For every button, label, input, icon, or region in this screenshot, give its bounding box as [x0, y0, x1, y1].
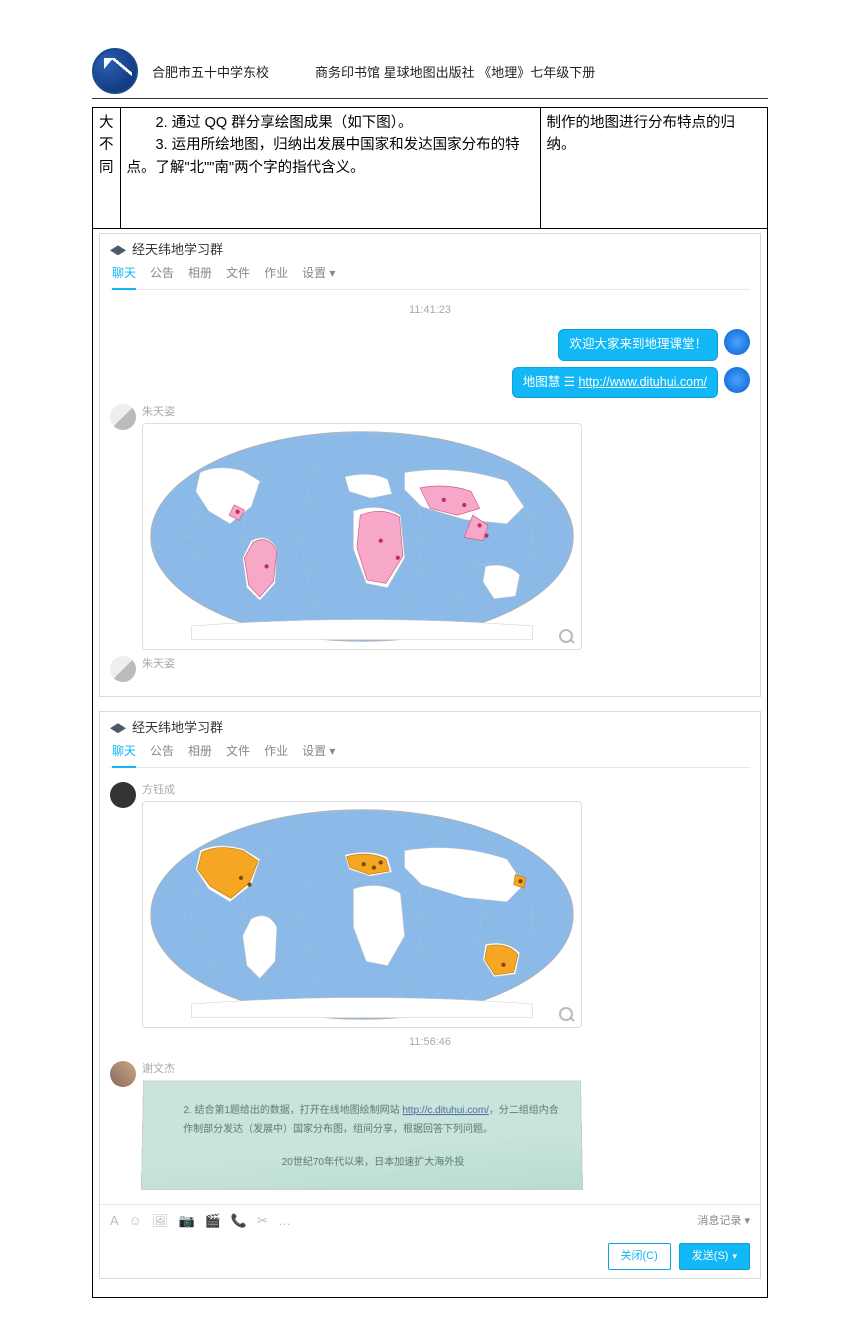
message-history[interactable]: 消息记录 ▾: [697, 1213, 750, 1230]
tab-chat[interactable]: 聊天: [112, 264, 136, 290]
screenshot-cell: 经天纬地学习群 聊天 公告 相册 文件 作业 设置 ▾ 11:41:23: [93, 229, 768, 1298]
message-link: 地图慧 ☰ http://www.dituhui.com/: [110, 367, 750, 399]
school-name: 合肥市五十中学东校: [152, 62, 269, 81]
main-content-cell: 2. 通过 QQ 群分享绘图成果（如下图）。 3. 运用所绘地图，归纳出发展中国…: [120, 108, 540, 229]
chat-tabs-2: 聊天 公告 相册 文件 作业 设置 ▾: [110, 742, 750, 768]
avatar-user1b[interactable]: [110, 656, 136, 682]
tab-notice[interactable]: 公告: [150, 742, 174, 761]
emoji-icon[interactable]: ☺: [129, 1211, 142, 1231]
message-welcome: 欢迎大家来到地理课堂！: [110, 329, 750, 361]
tab-settings[interactable]: 设置 ▾: [302, 742, 335, 761]
avatar-user3[interactable]: [110, 1061, 136, 1087]
group-title-1: 经天纬地学习群: [110, 240, 750, 260]
avatar-user2[interactable]: [110, 782, 136, 808]
school-logo: [92, 48, 138, 94]
photo-worksheet[interactable]: 2. 结合第1题给出的数据，打开在线地图绘制网站 http://c.dituhu…: [141, 1080, 583, 1190]
more-icon[interactable]: …: [278, 1211, 291, 1231]
row-label-cell: 大 不 同: [93, 108, 121, 229]
video-icon[interactable]: 🎬: [205, 1211, 221, 1231]
tab-chat[interactable]: 聊天: [112, 742, 136, 768]
magnify-icon[interactable]: [559, 629, 573, 643]
chat-tabs-1: 聊天 公告 相册 文件 作业 设置 ▾: [110, 264, 750, 290]
worksheet-link[interactable]: http://c.dituhui.com/: [402, 1105, 489, 1116]
tab-notice[interactable]: 公告: [150, 264, 174, 283]
avatar-self[interactable]: [724, 329, 750, 355]
map-image-developed[interactable]: [142, 801, 582, 1028]
group-title-2: 经天纬地学习群: [110, 718, 750, 738]
qq-chat-window-1: 经天纬地学习群 聊天 公告 相册 文件 作业 设置 ▾ 11:41:23: [99, 233, 761, 697]
tab-files[interactable]: 文件: [226, 264, 250, 283]
image-icon[interactable]: 🖼: [152, 1211, 169, 1231]
qq-chat-window-2: 经天纬地学习群 聊天 公告 相册 文件 作业 设置 ▾: [99, 711, 761, 1279]
dituhui-link[interactable]: http://www.dituhui.com/: [578, 375, 707, 389]
close-button[interactable]: 关闭(C): [608, 1243, 671, 1270]
tab-album[interactable]: 相册: [188, 742, 212, 761]
tab-settings[interactable]: 设置 ▾: [302, 264, 335, 283]
call-icon[interactable]: 📞: [231, 1211, 247, 1231]
timestamp-1: 11:41:23: [110, 302, 750, 319]
timestamp-2: 11:56:46: [110, 1034, 750, 1051]
avatar-user1[interactable]: [110, 404, 136, 430]
graduation-cap-icon: [110, 723, 126, 733]
tab-homework[interactable]: 作业: [264, 264, 288, 283]
font-icon[interactable]: A: [110, 1211, 119, 1231]
world-map-pink: [149, 430, 575, 643]
message-user1: 朱天姿: [110, 404, 750, 650]
magnify-icon[interactable]: [559, 1007, 573, 1021]
lesson-table: 大 不 同 2. 通过 QQ 群分享绘图成果（如下图）。 3. 运用所绘地图，归…: [92, 107, 768, 1298]
camera-icon[interactable]: 📷: [178, 1211, 194, 1231]
right-content-cell: 制作的地图进行分布特点的归纳。: [540, 108, 768, 229]
screenshot-icon[interactable]: ✂: [257, 1211, 268, 1231]
message-user2: 方钰成: [110, 782, 750, 1028]
map-image-developing[interactable]: [142, 423, 582, 650]
message-user3: 谢文杰 2. 结合第1题给出的数据，打开在线地图绘制网站 http://c.di…: [110, 1061, 750, 1190]
tab-album[interactable]: 相册: [188, 264, 212, 283]
tab-homework[interactable]: 作业: [264, 742, 288, 761]
avatar-self[interactable]: [724, 367, 750, 393]
publisher-info: 商务印书馆 星球地图出版社 《地理》七年级下册: [315, 62, 595, 81]
world-map-orange: [149, 808, 575, 1021]
graduation-cap-icon: [110, 245, 126, 255]
page-header: 合肥市五十中学东校 商务印书馆 星球地图出版社 《地理》七年级下册: [92, 48, 768, 99]
send-button[interactable]: 发送(S): [679, 1243, 750, 1270]
chat-toolbar: A ☺ 🖼 📷 🎬 📞 ✂ … 消息记录 ▾: [100, 1204, 760, 1237]
tab-files[interactable]: 文件: [226, 742, 250, 761]
